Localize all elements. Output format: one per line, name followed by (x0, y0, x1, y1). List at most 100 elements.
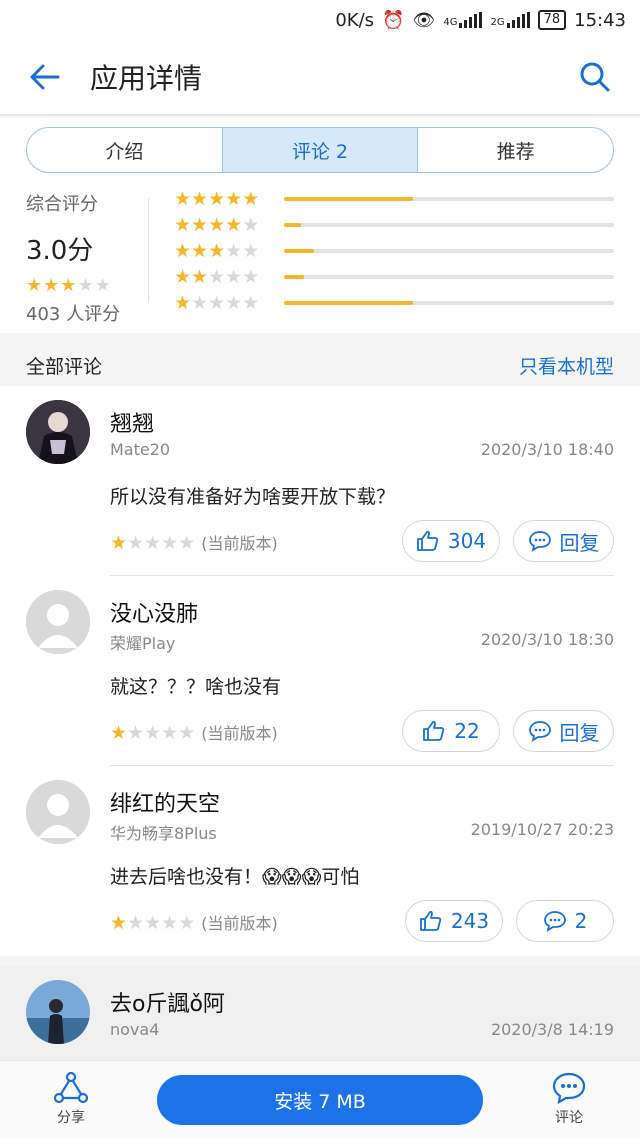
avatar[interactable] (26, 400, 90, 464)
review-time: 2020/3/10 18:30 (480, 630, 614, 649)
score-stars: ★★★★★ (26, 275, 150, 296)
star-icon: ★ (161, 912, 179, 934)
star-icon: ★ (225, 240, 243, 262)
star-icon: ★ (26, 275, 44, 296)
star-icon: ★ (191, 188, 209, 210)
star-icon: ★ (110, 532, 128, 554)
star-icon: ★ (178, 912, 196, 934)
same-model-filter-link[interactable]: 只看本机型 (519, 352, 614, 379)
star-icon: ★ (174, 266, 192, 288)
review-rating: ★★★★★ (当前版本) (110, 910, 278, 934)
progress-track (284, 249, 614, 253)
star-icon: ★ (225, 292, 243, 314)
star-icon: ★ (127, 532, 145, 554)
star-icon: ★ (191, 240, 209, 262)
install-button[interactable]: 安装 7 MB (157, 1075, 483, 1125)
star-icon: ★ (161, 532, 179, 554)
avatar[interactable] (26, 780, 90, 844)
reply-label: 回复 (559, 720, 600, 745)
bottom-bar: 分享 安装 7 MB 评论 (0, 1060, 640, 1138)
row-stars: ★★★★★ (174, 266, 284, 288)
star-icon: ★ (144, 912, 162, 934)
comment-icon (528, 531, 551, 552)
star-icon: ★ (178, 532, 196, 554)
row-stars: ★★★★★ (174, 188, 284, 210)
progress-track (284, 301, 614, 305)
status-bar: 0K/s ⏰ 👁 4G 2G 78 15:43 (0, 0, 640, 40)
reply-button[interactable]: 2 (516, 900, 614, 942)
overall-score: 综合评分 3.0分 ★★★★★ 403 人评分 (26, 190, 150, 326)
star-icon: ★ (208, 292, 226, 314)
share-icon (53, 1071, 89, 1104)
star-icon: ★ (225, 266, 243, 288)
star-icon: ★ (191, 214, 209, 236)
reviewer-device: Mate20 (110, 440, 171, 459)
tab-intro[interactable]: 介绍 (27, 128, 223, 172)
score-value: 3.0分 (26, 236, 94, 266)
reviewer-device: 华为畅享8Plus (110, 824, 217, 843)
share-button[interactable]: 分享 (36, 1071, 106, 1133)
comment-icon (543, 911, 566, 932)
star-icon: ★ (242, 266, 260, 288)
signal-4g: 4G (443, 12, 483, 28)
row-stars: ★★★★★ (174, 292, 284, 314)
progress-fill (284, 197, 413, 201)
distribution-row: ★★★★★ (174, 212, 614, 238)
star-icon: ★ (110, 912, 128, 934)
tab-recommend[interactable]: 推荐 (418, 128, 613, 172)
star-icon: ★ (161, 722, 179, 744)
star-icon: ★ (127, 722, 145, 744)
like-button[interactable]: 243 (405, 900, 503, 942)
star-icon: ★ (144, 532, 162, 554)
reply-button[interactable]: 回复 (513, 710, 614, 752)
clock: 15:43 (574, 9, 626, 31)
progress-track (284, 223, 614, 227)
version-tag: (当前版本) (201, 914, 278, 933)
star-icon: ★ (174, 188, 192, 210)
app-bar: 应用详情 (0, 40, 640, 116)
star-icon: ★ (43, 275, 61, 296)
tab-bar: 介绍 评论 2 推荐 (26, 127, 614, 173)
rating-count: 403 人评分 (26, 304, 121, 325)
search-button[interactable] (550, 39, 640, 115)
review-item: 绯红的天空 华为畅享8Plus 2019/10/27 20:23 进去后啥也没有… (0, 766, 640, 956)
progress-fill (284, 223, 301, 227)
review-text: 就这？？？啥也没有 (110, 676, 282, 698)
review-rating: ★★★★★ (当前版本) (110, 720, 278, 744)
star-icon: ★ (60, 275, 78, 296)
review-item: 没心没肺 荣耀Play 2020/3/10 18:30 就这？？？啥也没有 ★★… (0, 576, 640, 766)
star-icon: ★ (225, 188, 243, 210)
reviewer-name: 翘翘 (110, 412, 155, 437)
comment-button[interactable]: 评论 (534, 1071, 604, 1133)
distribution-row: ★★★★★ (174, 290, 614, 316)
star-icon: ★ (208, 214, 226, 236)
row-stars: ★★★★★ (174, 240, 284, 262)
thumbs-up-icon (423, 720, 445, 741)
reviewer-name: 绯红的天空 (110, 792, 221, 817)
reviews-header: 全部评论 只看本机型 (0, 345, 640, 385)
like-button[interactable]: 22 (402, 710, 500, 752)
back-button[interactable] (0, 39, 90, 115)
avatar[interactable] (26, 590, 90, 654)
rating-panel: 介绍 评论 2 推荐 综合评分 3.0分 ★★★★★ 403 人评分 ★★★★★… (0, 118, 640, 333)
avatar[interactable] (26, 980, 90, 1044)
score-label: 综合评分 (26, 194, 98, 215)
reply-count: 2 (574, 909, 588, 933)
reviewer-device: nova4 (110, 1020, 160, 1039)
star-icon: ★ (178, 722, 196, 744)
review-time: 2019/10/27 20:23 (470, 820, 614, 839)
divider (148, 198, 149, 302)
star-icon: ★ (225, 214, 243, 236)
star-icon: ★ (208, 188, 226, 210)
tab-reviews[interactable]: 评论 2 (222, 128, 419, 172)
star-icon: ★ (191, 292, 209, 314)
search-icon (580, 62, 610, 92)
like-button[interactable]: 304 (402, 520, 500, 562)
comment-label: 评论 (555, 1110, 583, 1126)
star-icon: ★ (242, 214, 260, 236)
back-arrow-icon (30, 64, 60, 90)
distribution-row: ★★★★★ (174, 238, 614, 264)
page-title: 应用详情 (90, 62, 203, 95)
star-icon: ★ (174, 240, 192, 262)
reply-button[interactable]: 回复 (513, 520, 614, 562)
